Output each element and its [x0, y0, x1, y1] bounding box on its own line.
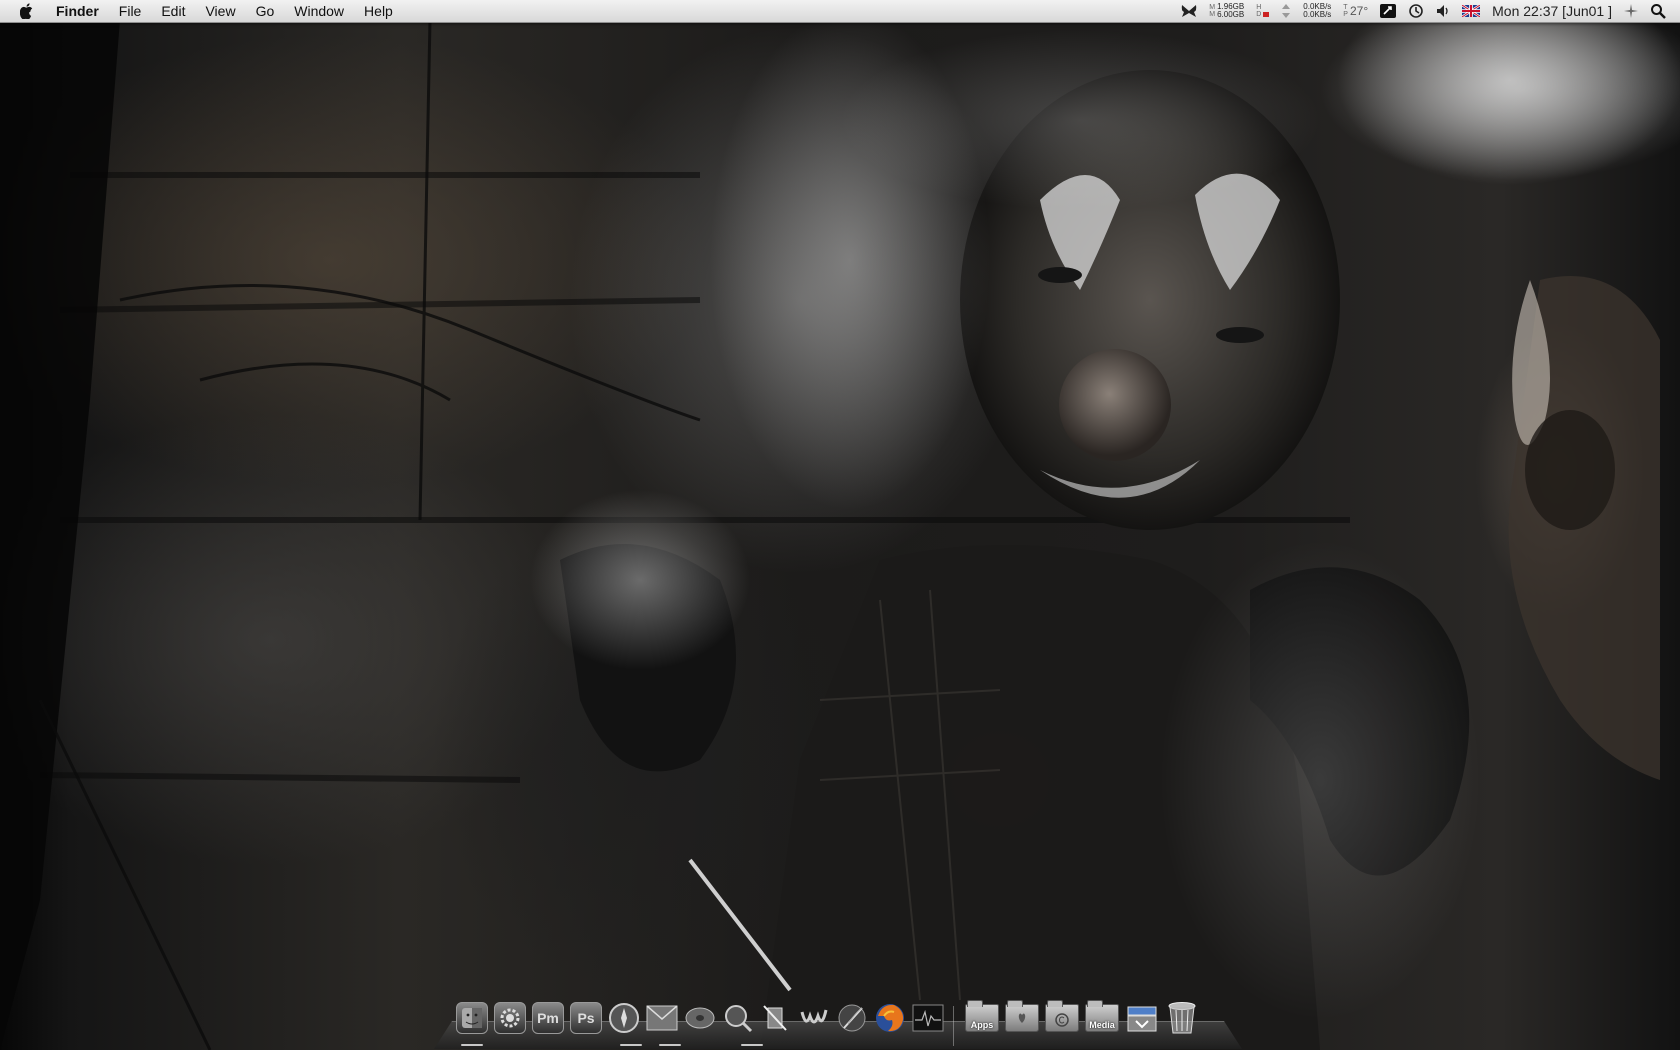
mail-stamp-icon — [646, 1005, 678, 1031]
magnifier-chat-icon — [725, 1005, 753, 1033]
safari-compass-icon — [609, 1003, 639, 1033]
dock-script-editor[interactable] — [758, 1000, 794, 1036]
temp-label-bottom: P — [1343, 11, 1348, 18]
menu-edit[interactable]: Edit — [151, 0, 195, 22]
memory-monitor[interactable]: M M 1.96GB 6.00GB — [1209, 0, 1244, 22]
documents-folder-icon — [1045, 1000, 1079, 1032]
dock-safari[interactable] — [606, 1000, 642, 1036]
dock-trash[interactable] — [1164, 1000, 1200, 1036]
dock-textedit[interactable] — [796, 1000, 832, 1036]
dock-downloads-stack[interactable] — [1124, 1000, 1160, 1036]
temperature-value: 27° — [1349, 4, 1369, 18]
photoshop-icon: Ps — [570, 1002, 602, 1034]
butterfly-status-icon[interactable] — [1181, 0, 1197, 22]
menu-bar-extras: M M 1.96GB 6.00GB H D 0.0KB/s 0.0KB/s T … — [1169, 0, 1680, 22]
itunes-disc-icon — [685, 1007, 715, 1029]
disk-label-bottom: D — [1256, 11, 1262, 18]
memory-label-top: M — [1209, 4, 1216, 11]
screen-share-icon[interactable] — [1380, 0, 1397, 22]
disk-label-top: H — [1256, 4, 1262, 11]
dock: Pm Ps Apps Media — [434, 1000, 1242, 1050]
running-indicator-finder — [461, 1044, 483, 1046]
home-folder-icon — [1005, 1000, 1039, 1032]
media-folder-label: Media — [1089, 1020, 1115, 1030]
apple-menu-icon[interactable] — [16, 0, 38, 22]
temperature-monitor[interactable]: T P 27° — [1343, 0, 1368, 22]
dock-photoshop[interactable]: Ps — [568, 1000, 604, 1036]
menu-bar-left: Finder File Edit View Go Window Help — [0, 0, 403, 22]
dock-media-folder[interactable]: Media — [1084, 1000, 1120, 1036]
menu-app-finder[interactable]: Finder — [50, 0, 109, 22]
downloads-stack-icon — [1127, 1006, 1157, 1032]
dock-finder[interactable] — [454, 1000, 490, 1036]
disk-activity-bar-icon — [1263, 12, 1270, 17]
memory-total-value: 6.00GB — [1217, 10, 1245, 19]
clock[interactable]: Mon 22:37 [Jun01 ] — [1492, 0, 1612, 22]
network-monitor[interactable]: 0.0KB/s 0.0KB/s — [1303, 0, 1331, 22]
system-preferences-icon — [494, 1002, 526, 1034]
wallpaper-art — [0, 0, 1680, 1050]
menu-window[interactable]: Window — [284, 0, 354, 22]
activity-monitor-icon — [912, 1004, 944, 1032]
time-machine-icon[interactable] — [1408, 0, 1424, 22]
script-pen-icon — [763, 1005, 787, 1031]
network-arrows-icon — [1281, 0, 1291, 22]
dock-home-folder[interactable] — [1004, 1000, 1040, 1036]
menu-file[interactable]: File — [109, 0, 152, 22]
running-indicator-ichat — [741, 1044, 763, 1046]
apps-folder-label: Apps — [970, 1020, 994, 1030]
memory-label-bottom: M — [1209, 11, 1216, 18]
dock-itunes[interactable] — [682, 1000, 718, 1036]
disk-monitor[interactable]: H D — [1256, 0, 1270, 22]
dock-ichat[interactable] — [720, 1000, 756, 1036]
compass-icon[interactable] — [1624, 0, 1638, 22]
pixelmator-icon: Pm — [532, 1002, 564, 1034]
menu-help[interactable]: Help — [354, 0, 403, 22]
media-folder-icon: Media — [1085, 1000, 1119, 1032]
dock-pixelmator[interactable]: Pm — [530, 1000, 566, 1036]
dock-mail[interactable] — [644, 1000, 680, 1036]
running-indicator-mail — [659, 1044, 681, 1046]
menu-bar: Finder File Edit View Go Window Help M M… — [0, 0, 1680, 23]
temp-label-top: T — [1343, 4, 1348, 11]
menu-go[interactable]: Go — [246, 0, 285, 22]
firefox-icon — [876, 1004, 904, 1032]
dock-firefox[interactable] — [872, 1000, 908, 1036]
dock-activity-monitor[interactable] — [910, 1000, 946, 1036]
volume-icon[interactable] — [1436, 0, 1450, 22]
desktop-wallpaper — [0, 0, 1680, 1050]
dock-feather-app[interactable] — [834, 1000, 870, 1036]
finder-icon — [456, 1002, 488, 1034]
input-flag-uk-icon[interactable] — [1462, 0, 1481, 22]
running-indicator-safari — [620, 1044, 642, 1046]
trash-icon — [1168, 1002, 1196, 1034]
dock-documents-folder[interactable] — [1044, 1000, 1080, 1036]
apps-folder-icon: Apps — [965, 1000, 999, 1032]
dock-separator — [953, 1006, 954, 1046]
dock-apps-folder[interactable]: Apps — [964, 1000, 1000, 1036]
dock-system-preferences[interactable] — [492, 1000, 528, 1036]
feather-icon — [838, 1004, 866, 1032]
spotlight-search-icon[interactable] — [1650, 0, 1666, 22]
menu-view[interactable]: View — [195, 0, 245, 22]
quill-text-icon — [800, 1009, 828, 1024]
network-out-value: 0.0KB/s — [1303, 10, 1332, 19]
